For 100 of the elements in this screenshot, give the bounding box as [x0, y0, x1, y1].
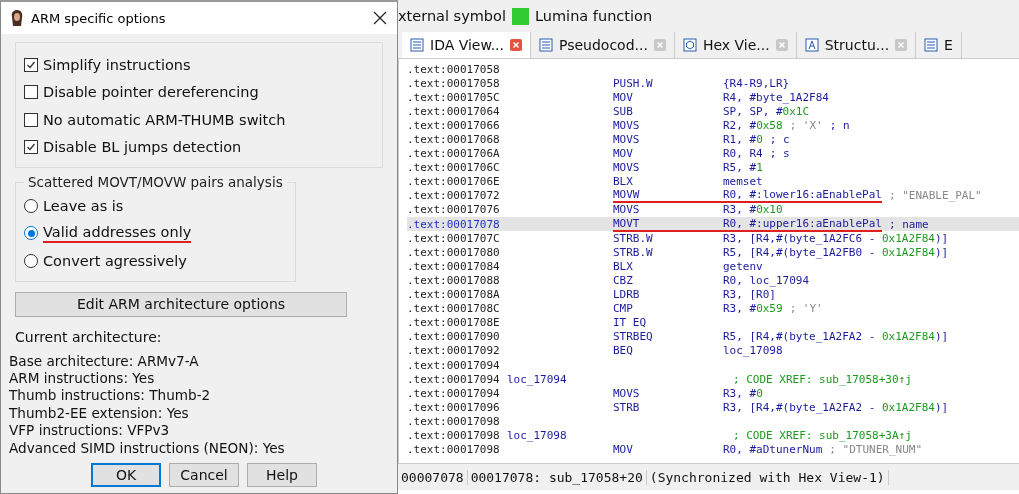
- operands: R3, #0: [723, 386, 763, 400]
- hexagon-icon: [682, 38, 697, 52]
- mnemonic: MOVS: [613, 203, 641, 217]
- view-tab[interactable]: IDA View...: [402, 32, 531, 58]
- mnemonic: STRB.W: [613, 245, 654, 259]
- comment: ; name: [888, 217, 929, 231]
- operands: R0, R4: [723, 147, 763, 161]
- mnemonic: STRB.W: [613, 231, 654, 245]
- status-text: (Synchronized with Hex View-1): [646, 469, 889, 485]
- mnemonic: LDRB: [613, 288, 641, 302]
- mnemonic: MOV: [613, 443, 634, 457]
- address: .text:0001707C: [407, 231, 501, 245]
- xref-comment: ; CODE XREF: sub_17058+30↑j: [733, 372, 912, 386]
- close-icon[interactable]: [775, 39, 788, 51]
- address: .text:00017094: [407, 358, 501, 372]
- document-icon: [539, 38, 553, 52]
- address: .text:00017066: [407, 118, 501, 132]
- mnemonic: MOV: [613, 90, 634, 104]
- operands: getenv: [723, 259, 763, 273]
- radio-option[interactable]: Convert agressively: [24, 247, 287, 275]
- mnemonic: CMP: [613, 302, 634, 316]
- check-icon: [26, 142, 36, 153]
- mnemonic: CBZ: [613, 273, 634, 287]
- info-line: Thumb instructions: Thumb-2: [9, 387, 212, 405]
- edit-architecture-button[interactable]: Edit ARM architecture options: [15, 291, 347, 317]
- mnemonic: MOVW: [613, 188, 641, 202]
- address: .text:00017096: [407, 400, 501, 414]
- mnemonic: MOVT: [613, 216, 641, 230]
- operands: R3, #0x10: [723, 203, 783, 217]
- operands: R3, [R0]: [723, 288, 776, 302]
- operands: R0, loc_17094: [723, 273, 810, 287]
- info-line: ARM instructions: Yes: [9, 369, 156, 388]
- code-label: loc_17098: [507, 429, 568, 442]
- address: .text:00017076: [407, 203, 501, 217]
- close-button[interactable]: [371, 9, 389, 27]
- operands: R3, [R4,#(byte_1A2FA2 - 0x1A2F84)]: [723, 400, 949, 414]
- mnemonic: BLX: [613, 259, 634, 273]
- group-legend: Scattered MOVT/MOVW pairs analysis: [24, 174, 287, 190]
- mnemonic: STRBEQ: [613, 330, 654, 344]
- window-title: ARM specific options: [31, 10, 167, 26]
- legend-label: xternal symbol: [398, 8, 506, 24]
- address: .text:0001706E: [407, 175, 501, 189]
- operands: R0, #aDtunerNum: [723, 443, 823, 457]
- checkbox-option[interactable]: Simplify instructions: [24, 51, 374, 79]
- mnemonic: STRB: [613, 400, 641, 414]
- info-line: Thumb2-EE extension: Yes: [9, 404, 190, 423]
- operands: R0, #:lower16:aEnablePal: [723, 188, 882, 202]
- legend-label: Lumina function: [535, 8, 653, 24]
- radio-option[interactable]: Leave as is: [24, 192, 287, 220]
- mnemonic: BLX: [613, 175, 634, 189]
- address: .text:00017094: [407, 372, 501, 386]
- address: .text:00017058: [407, 76, 501, 90]
- mnemonic: MOV: [613, 147, 634, 161]
- mnemonic: MOVS: [613, 133, 641, 146]
- mnemonic: SUB: [613, 104, 634, 118]
- checkbox-option[interactable]: Disable BL jumps detection: [24, 133, 374, 161]
- address: .text:00017064: [407, 104, 501, 118]
- address: .text:00017098: [407, 429, 501, 442]
- address: .text:00017058: [407, 62, 501, 76]
- mnemonic: PUSH.W: [613, 76, 654, 90]
- address: .text:00017088: [407, 273, 501, 287]
- operands: R1, #0: [723, 133, 763, 146]
- close-icon[interactable]: [510, 39, 522, 51]
- checkbox-option[interactable]: No automatic ARM-THUMB switch: [24, 106, 374, 134]
- dialog-button[interactable]: Help: [247, 462, 317, 487]
- dialog-button[interactable]: Cancel: [169, 462, 239, 487]
- mnemonic: MOVS: [613, 386, 641, 400]
- comment: ; s: [769, 147, 790, 161]
- mnemonic: BEQ: [613, 344, 634, 358]
- comment: ; n: [829, 118, 850, 132]
- radio-option[interactable]: Valid addresses only: [24, 219, 287, 247]
- operands: R4, #byte_1A2F84: [723, 90, 829, 104]
- address: .text:0001708A: [407, 288, 501, 302]
- comment: ; 'X': [789, 118, 823, 132]
- address: .text:00017080: [407, 245, 501, 259]
- operands: R0, #:upper16:aEnablePal: [723, 216, 882, 230]
- operands: R5, [R4,#(byte_1A2FB0 - 0x1A2F84)]: [723, 245, 949, 259]
- address: .text:00017072: [407, 189, 501, 203]
- address: .text:00017084: [407, 259, 501, 273]
- address: .text:00017068: [407, 133, 501, 146]
- address: .text:00017090: [407, 330, 501, 344]
- struct-icon: [804, 38, 819, 52]
- comment: ; "DTUNER_NUM": [829, 443, 923, 457]
- close-icon[interactable]: [653, 39, 666, 51]
- operands: loc_17098: [723, 344, 783, 358]
- comment: ; 'Y': [789, 302, 823, 316]
- address: .text:0001706A: [407, 147, 501, 161]
- address: .text:00017098: [407, 443, 501, 457]
- section-heading: Current architecture:: [15, 328, 163, 345]
- close-icon[interactable]: [895, 39, 908, 51]
- dialog-button[interactable]: OK: [91, 462, 161, 487]
- address: .text:0001705C: [407, 90, 501, 104]
- checkbox-option[interactable]: Disable pointer dereferencing: [24, 78, 374, 106]
- operands: {R4-R9,LR}: [723, 76, 790, 90]
- address: .text:0001708C: [407, 302, 501, 316]
- info-line: Base architecture: ARMv7-A: [9, 352, 200, 370]
- mnemonic: MOVS: [613, 118, 641, 132]
- xref-comment: ; CODE XREF: sub_17058+3A↑j: [733, 429, 912, 442]
- list-icon: [924, 38, 939, 52]
- address: .text:00017078: [407, 217, 501, 231]
